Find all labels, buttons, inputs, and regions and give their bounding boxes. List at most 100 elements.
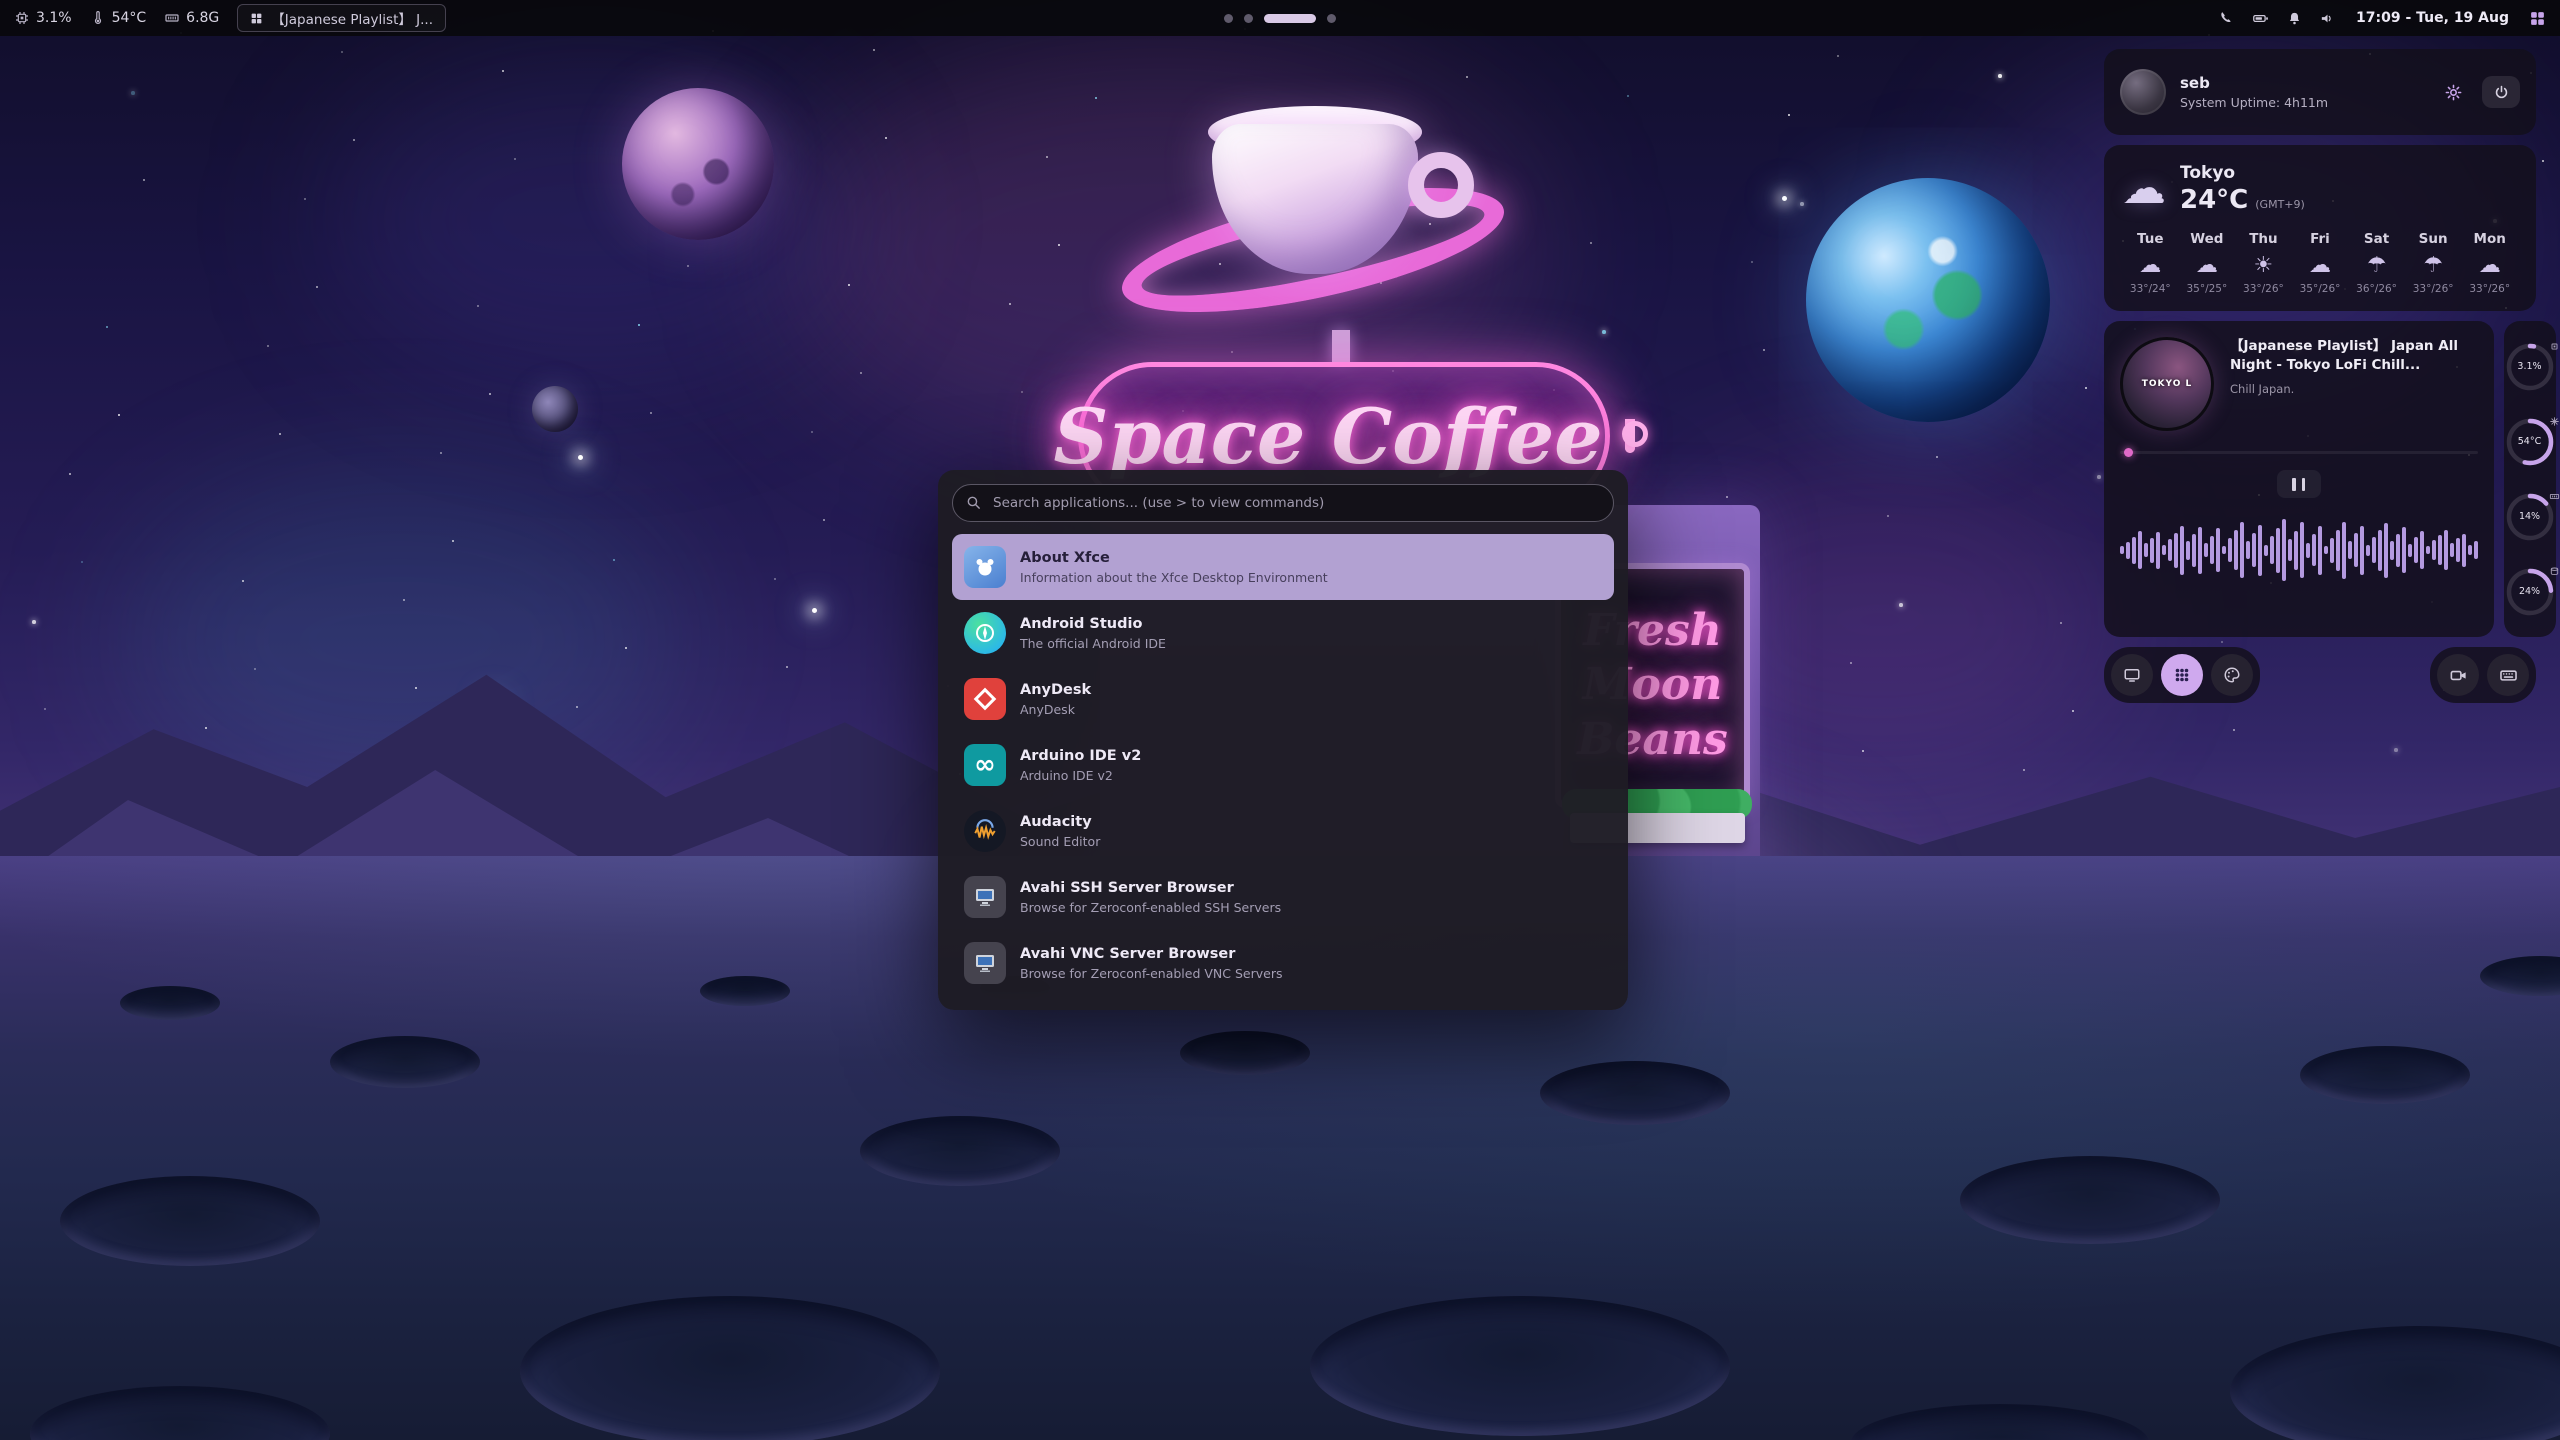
- waveform-bar: [2468, 545, 2472, 555]
- launcher-app-row[interactable]: Avahi SSH Server BrowserBrowse for Zeroc…: [952, 864, 1614, 930]
- star-dot: [1837, 55, 1839, 57]
- launcher-app-row[interactable]: Android StudioThe official Android IDE: [952, 600, 1614, 666]
- weather-forecast: Tue☁33°/24°Wed☁35°/25°Thu☀33°/26°Fri☁35°…: [2122, 231, 2518, 295]
- bright-star: [1782, 196, 1787, 201]
- star-dot: [1095, 97, 1097, 99]
- forecast-temps: 33°/24°: [2122, 283, 2179, 295]
- crater: [1180, 1031, 1310, 1075]
- media-player-card: TOKYO L 【Japanese Playlist】 Japan All Ni…: [2104, 321, 2494, 637]
- thermometer-icon: [90, 10, 106, 26]
- battery-icon[interactable]: [2251, 10, 2270, 27]
- small-moon: [532, 386, 578, 432]
- star-dot: [304, 198, 306, 200]
- cpu-indicator: 3.1%: [14, 10, 72, 26]
- star-dot: [613, 559, 615, 561]
- waveform-bar: [2168, 539, 2172, 561]
- star-dot: [786, 666, 788, 668]
- app-description: Sound Editor: [1020, 834, 1100, 849]
- crater: [1310, 1296, 1730, 1436]
- launcher-app-row[interactable]: Avahi VNC Server BrowserBrowse for Zeroc…: [952, 930, 1614, 996]
- cloud-weather-icon: ☁: [2179, 255, 2236, 277]
- video-camera-icon: [2449, 666, 2468, 685]
- waveform-bar: [2450, 543, 2454, 557]
- fan-stat-gauge: 54°C: [2504, 416, 2556, 468]
- audio-waveform: [2120, 514, 2478, 586]
- star-dot: [687, 265, 689, 267]
- star-dot: [415, 687, 417, 689]
- screen-layout-button[interactable]: [2111, 654, 2153, 696]
- forecast-temps: 36°/26°: [2348, 283, 2405, 295]
- taskbar-window-chip[interactable]: 【Japanese Playlist】 J...: [237, 4, 446, 32]
- waveform-bar: [2390, 541, 2394, 560]
- workspace-dot[interactable]: [1244, 14, 1253, 23]
- star-dot: [1021, 391, 1023, 393]
- apps-grid-button[interactable]: [2161, 654, 2203, 696]
- forecast-day: Fri☁35°/26°: [2292, 231, 2349, 295]
- volume-icon[interactable]: [2319, 10, 2336, 27]
- search-input[interactable]: [952, 484, 1614, 522]
- waveform-bar: [2330, 538, 2334, 563]
- disk-icon: [2549, 562, 2560, 581]
- window-icon: [250, 12, 263, 25]
- clock[interactable]: 17:09 - Tue, 19 Aug: [2356, 10, 2509, 26]
- app-name: About Xfce: [1020, 549, 1328, 567]
- star-dot: [576, 706, 578, 708]
- search-icon: [965, 494, 982, 515]
- screen-record-button[interactable]: [2437, 654, 2479, 696]
- launcher-app-row[interactable]: ∞Arduino IDE v2Arduino IDE v2: [952, 732, 1614, 798]
- star-dot: [1046, 156, 1048, 158]
- waveform-bar: [2336, 530, 2340, 571]
- crater: [30, 1386, 330, 1440]
- waveform-bar: [2474, 541, 2478, 559]
- launcher-app-row[interactable]: AudacitySound Editor: [952, 798, 1614, 864]
- app-grid-icon[interactable]: [2529, 10, 2546, 27]
- waveform-bar: [2210, 536, 2214, 564]
- progress-handle[interactable]: [2124, 448, 2133, 457]
- forecast-day: Tue☁33°/24°: [2122, 231, 2179, 295]
- weather-cloud-icon: ☁: [2122, 167, 2166, 211]
- waveform-bar: [2150, 538, 2154, 563]
- waveform-bar: [2438, 535, 2442, 565]
- workspace-dot[interactable]: [1327, 14, 1336, 23]
- color-picker-button[interactable]: [2211, 654, 2253, 696]
- app-description: Arduino IDE v2: [1020, 768, 1141, 783]
- star-dot: [32, 620, 36, 624]
- waveform-bar: [2162, 545, 2166, 555]
- star-dot: [118, 414, 120, 416]
- media-progress-bar[interactable]: [2120, 451, 2478, 454]
- star-dot: [267, 345, 269, 347]
- power-button[interactable]: [2482, 76, 2520, 108]
- phone-icon[interactable]: [2218, 10, 2235, 27]
- waveform-bar: [2414, 537, 2418, 563]
- notifications-bell-icon[interactable]: [2286, 10, 2303, 27]
- disk-stat-gauge: 24%: [2504, 566, 2556, 618]
- star-dot: [1936, 456, 1938, 458]
- star-dot: [477, 305, 479, 307]
- star-dot: [69, 473, 71, 475]
- star-dot: [254, 668, 256, 670]
- star-dot: [452, 540, 454, 542]
- coffee-cup-icon: [1625, 419, 1635, 453]
- star-dot: [2060, 622, 2062, 624]
- waveform-bar: [2342, 522, 2346, 579]
- star-dot: [205, 727, 207, 729]
- workspace-dot[interactable]: [1264, 14, 1316, 23]
- forecast-day-label: Thu: [2235, 231, 2292, 247]
- launcher-app-row[interactable]: About XfceInformation about the Xfce Des…: [952, 534, 1614, 600]
- album-art: TOKYO L: [2120, 337, 2214, 431]
- anydesk-app-icon: [964, 678, 1006, 720]
- workspace-dot[interactable]: [1224, 14, 1233, 23]
- user-card: seb System Uptime: 4h11m: [2104, 49, 2536, 135]
- star-dot: [1231, 351, 1233, 353]
- star-dot: [774, 578, 776, 580]
- crater: [1960, 1156, 2220, 1244]
- launcher-app-row[interactable]: AnyDeskAnyDesk: [952, 666, 1614, 732]
- keyboard-button[interactable]: [2487, 654, 2529, 696]
- waveform-bar: [2276, 528, 2280, 573]
- settings-button[interactable]: [2434, 76, 2472, 108]
- pause-button[interactable]: [2277, 470, 2321, 498]
- star-dot: [440, 452, 442, 454]
- waveform-bar: [2324, 546, 2328, 554]
- bright-star: [578, 455, 583, 460]
- star-dot: [811, 431, 813, 433]
